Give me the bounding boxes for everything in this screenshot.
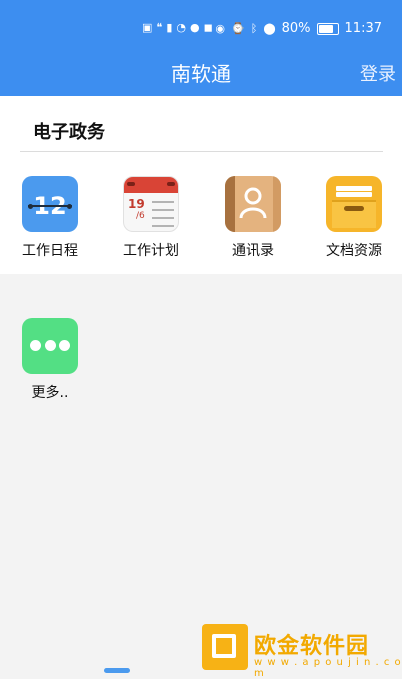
title-row: 南软通 登录 (0, 52, 402, 92)
person-icon (239, 187, 267, 219)
watermark-url: w w w . a p o u j i n . c o m (254, 657, 402, 679)
wifi-icon: ◔ (176, 21, 186, 34)
hd-icon: ▣ (142, 21, 153, 34)
signal-icon: ▮ (166, 21, 173, 34)
app-label: 工作日程 (22, 243, 78, 259)
watermark-logo-icon (202, 624, 248, 670)
app-contacts[interactable]: 通讯录 (208, 176, 298, 260)
watermark: 欧金软件园 w w w . a p o u j i n . c o m (202, 624, 402, 679)
bottom-tab-indicator (104, 668, 130, 673)
app-header: ▣ ❝ ▮ ◔ ● ◼ ◉ ⌚ ᛒ ⬤ 80% 11:37 南软通 登录 (0, 0, 402, 96)
status-left-icons: ▣ ❝ ▮ ◔ ● ◼ (142, 21, 213, 35)
status-bar: ▣ ❝ ▮ ◔ ● ◼ ◉ ⌚ ᛒ ⬤ 80% 11:37 (0, 14, 402, 44)
plan-calendar-icon: 19 /6 (123, 176, 179, 232)
document-archive-icon (326, 176, 382, 232)
status-right-icons: ◉ ⌚ ᛒ ⬤ 80% 11:37 (215, 21, 382, 36)
section-title: 电子政务 (33, 122, 105, 143)
more-label: 更多.. (31, 385, 69, 401)
bluetooth-icon: ᛒ (250, 21, 258, 35)
login-button[interactable]: 登录 (360, 60, 396, 86)
calendar-icon: 12 (22, 176, 78, 232)
quote-icon: ❝ (156, 21, 163, 34)
clock: 11:37 (344, 21, 382, 36)
app-label: 文档资源 (326, 243, 382, 259)
app-documents[interactable]: 文档资源 (309, 176, 399, 260)
watermark-brand: 欧金软件园 (254, 634, 370, 659)
app-label: 工作计划 (123, 243, 179, 259)
app-label: 通讯录 (232, 243, 274, 259)
app-work-schedule[interactable]: 12 工作日程 (5, 176, 95, 260)
more-icon (22, 318, 78, 374)
location-icon: ⬤ (263, 21, 276, 35)
battery-icon (316, 22, 339, 35)
page-title: 南软通 (171, 62, 231, 86)
chat-icon: ● (190, 21, 200, 34)
alarm-icon: ⌚ (231, 21, 245, 35)
battery-percent: 80% (281, 21, 311, 36)
more-button[interactable]: 更多.. (5, 318, 95, 402)
app-work-plan[interactable]: 19 /6 工作计划 (106, 176, 196, 260)
address-book-icon (225, 176, 281, 232)
app-icon: ◼ (203, 21, 213, 34)
egov-panel: 电子政务 12 工作日程 19 /6 工作计划 通讯录 文档资源 (0, 96, 402, 274)
eye-icon: ◉ (215, 21, 225, 35)
section-divider (20, 151, 383, 152)
